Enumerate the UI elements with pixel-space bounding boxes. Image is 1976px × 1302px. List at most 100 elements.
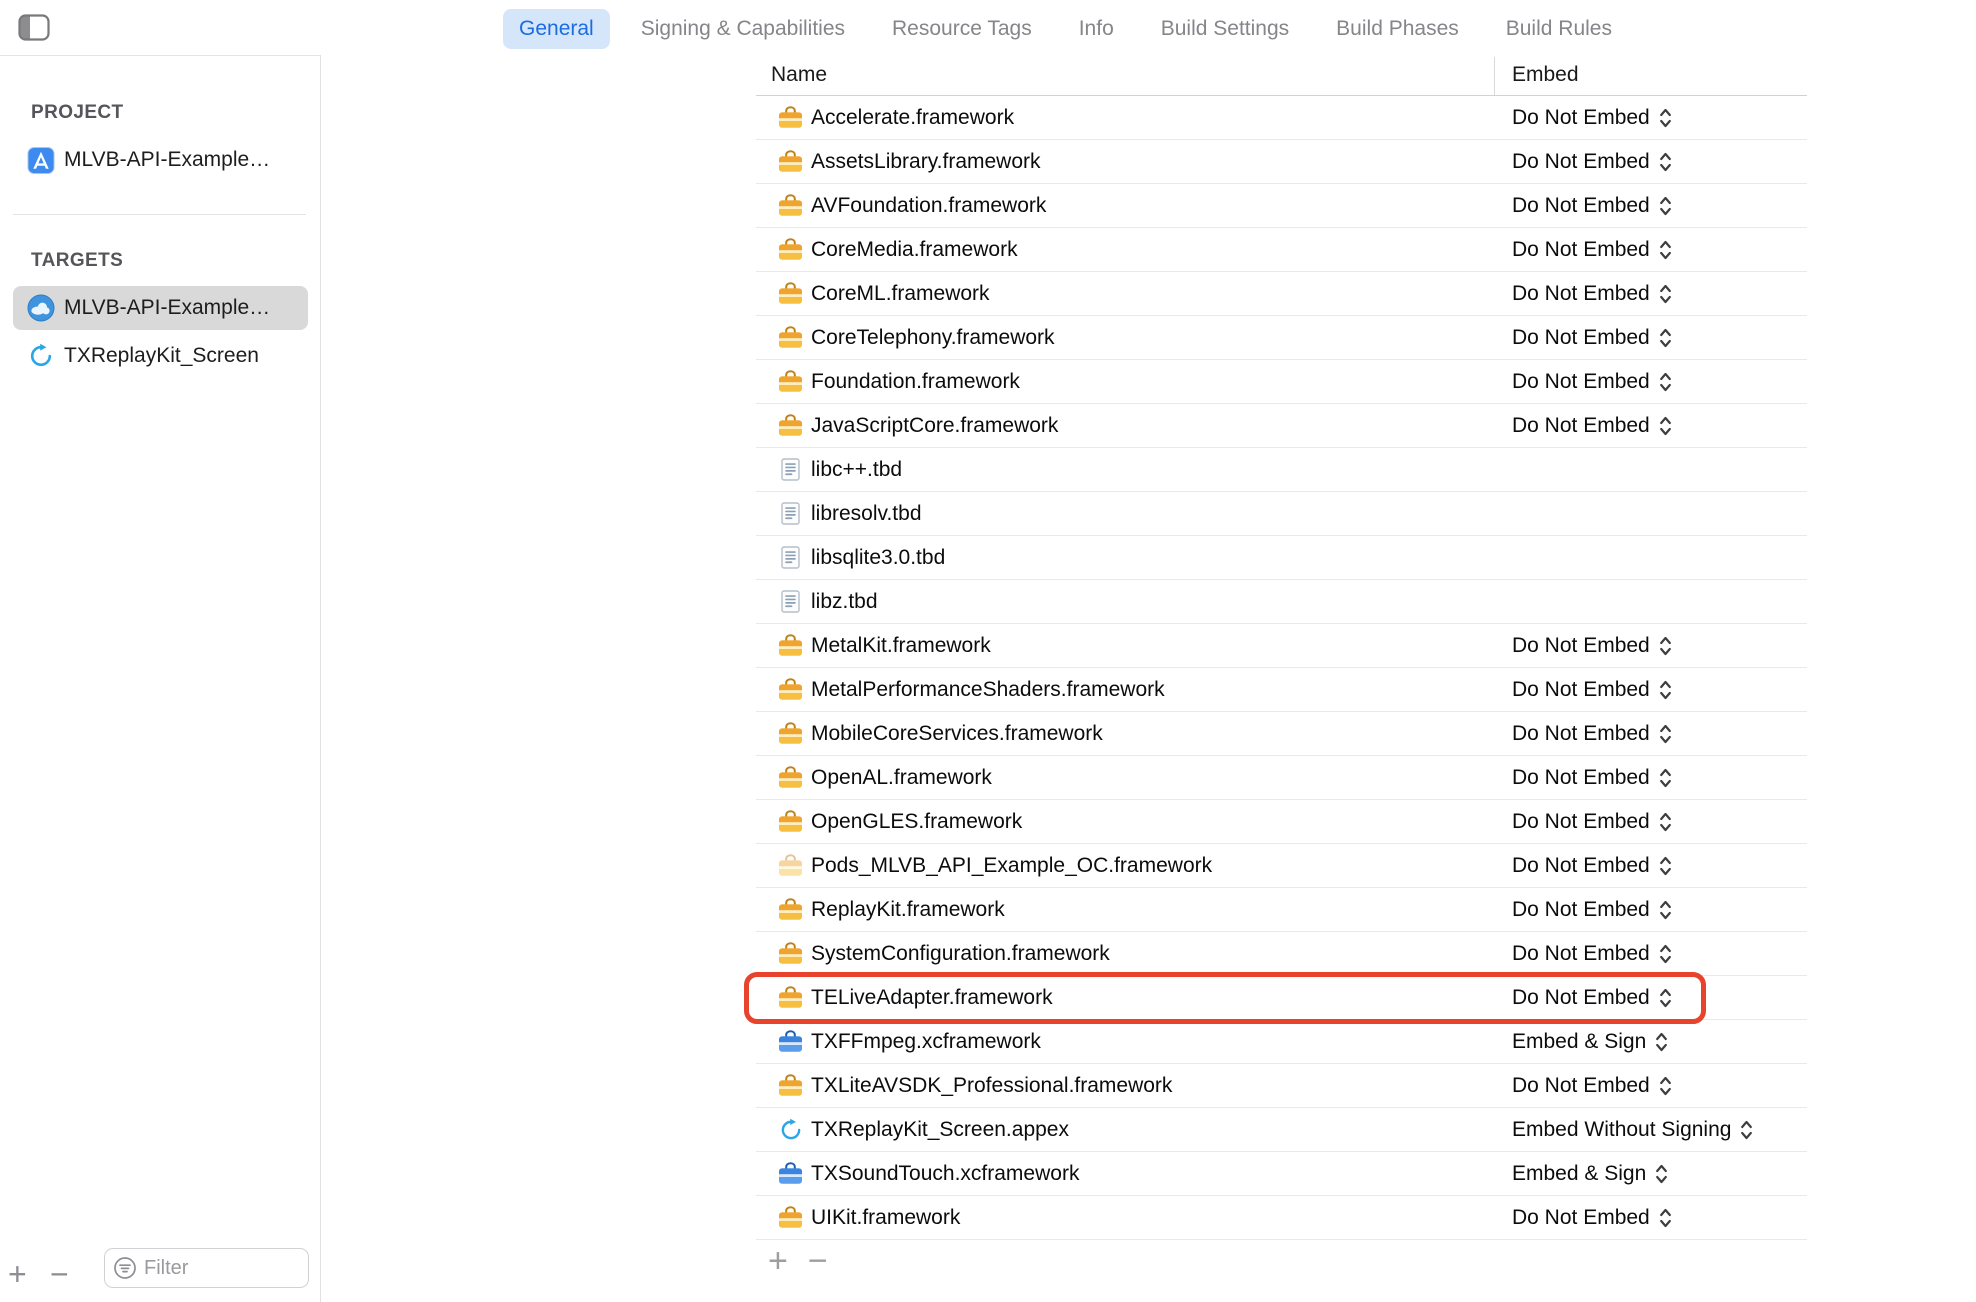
sidebar-target-txreplaykit-screen[interactable]: TXReplayKit_Screen bbox=[13, 334, 308, 378]
embed-dropdown[interactable]: Embed & Sign bbox=[1512, 1161, 1669, 1187]
project-icon bbox=[27, 146, 55, 174]
xcframework-icon bbox=[778, 1030, 803, 1054]
filter-input[interactable] bbox=[144, 1257, 294, 1280]
embed-dropdown[interactable]: Do Not Embed bbox=[1512, 809, 1673, 835]
framework-row-replaykit-framework[interactable]: ReplayKit.framework Do Not Embed bbox=[756, 888, 1807, 932]
framework-icon bbox=[778, 150, 803, 174]
framework-row-avfoundation-framework[interactable]: AVFoundation.frameworkDo Not Embed bbox=[756, 184, 1807, 228]
column-header-embed: Embed bbox=[1512, 63, 1579, 87]
tbd-file-icon bbox=[778, 546, 803, 570]
embed-dropdown[interactable]: Do Not Embed bbox=[1512, 1073, 1673, 1099]
embed-dropdown[interactable]: Do Not Embed bbox=[1512, 149, 1673, 175]
stepper-icon bbox=[1654, 1029, 1669, 1055]
framework-row-assetslibrary-framework[interactable]: AssetsLibrary.frameworkDo Not Embed bbox=[756, 140, 1807, 184]
framework-name: TXLiteAVSDK_Professional.framework bbox=[811, 1074, 1172, 1098]
framework-icon bbox=[778, 326, 803, 350]
sidebar: PROJECT MLVB-API-Example… TARGETS MLVB-A… bbox=[0, 55, 321, 1302]
embed-dropdown[interactable]: Do Not Embed bbox=[1512, 721, 1673, 747]
framework-name: Pods_MLVB_API_Example_OC.framework bbox=[811, 854, 1212, 878]
embed-dropdown[interactable]: Embed & Sign bbox=[1512, 1029, 1669, 1055]
stepper-icon bbox=[1658, 633, 1673, 659]
add-framework-button[interactable]: + bbox=[768, 1244, 788, 1278]
framework-name: MetalPerformanceShaders.framework bbox=[811, 678, 1165, 702]
tab-signing-capabilities[interactable]: Signing & Capabilities bbox=[625, 9, 861, 49]
framework-icon bbox=[778, 282, 803, 306]
embed-dropdown[interactable]: Do Not Embed bbox=[1512, 413, 1673, 439]
targets-section-header: TARGETS bbox=[31, 250, 123, 272]
framework-name: SystemConfiguration.framework bbox=[811, 942, 1110, 966]
framework-name: OpenAL.framework bbox=[811, 766, 992, 790]
embed-value: Do Not Embed bbox=[1512, 282, 1650, 306]
embed-dropdown[interactable]: Do Not Embed bbox=[1512, 281, 1673, 307]
framework-row-systemconfiguration-framework[interactable]: SystemConfiguration.framework Do Not Embe… bbox=[756, 932, 1807, 976]
framework-row-coretelephony-framework[interactable]: CoreTelephony.frameworkDo Not Embed bbox=[756, 316, 1807, 360]
stepper-icon bbox=[1658, 985, 1673, 1011]
embed-value: Do Not Embed bbox=[1512, 898, 1650, 922]
framework-row-txreplaykit-screen-appex[interactable]: TXReplayKit_Screen.appex Embed Without Si… bbox=[756, 1108, 1807, 1152]
embed-value: Do Not Embed bbox=[1512, 414, 1650, 438]
framework-name: ReplayKit.framework bbox=[811, 898, 1005, 922]
sidebar-project-item[interactable]: MLVB-API-Example… bbox=[13, 138, 309, 182]
embed-value: Embed Without Signing bbox=[1512, 1118, 1731, 1142]
embed-dropdown[interactable]: Do Not Embed bbox=[1512, 1205, 1673, 1231]
framework-row-libc-tbd[interactable]: libc++.tbd bbox=[756, 448, 1807, 492]
remove-target-button[interactable]: − bbox=[50, 1258, 69, 1290]
framework-icon bbox=[778, 942, 803, 966]
framework-row-txsoundtouch-xcframework[interactable]: TXSoundTouch.xcframeworkEmbed & Sign bbox=[756, 1152, 1807, 1196]
embed-dropdown[interactable]: Do Not Embed bbox=[1512, 941, 1673, 967]
framework-row-libz-tbd[interactable]: libz.tbd bbox=[756, 580, 1807, 624]
embed-dropdown[interactable]: Do Not Embed bbox=[1512, 897, 1673, 923]
framework-row-txliteavsdk-professional-framework[interactable]: TXLiteAVSDK_Professional.framework Do Not… bbox=[756, 1064, 1807, 1108]
framework-row-metalkit-framework[interactable]: MetalKit.framework Do Not Embed bbox=[756, 624, 1807, 668]
framework-icon bbox=[778, 1206, 803, 1230]
framework-row-openal-framework[interactable]: OpenAL.framework Do Not Embed bbox=[756, 756, 1807, 800]
embed-dropdown[interactable]: Do Not Embed bbox=[1512, 765, 1673, 791]
framework-row-coremedia-framework[interactable]: CoreMedia.frameworkDo Not Embed bbox=[756, 228, 1807, 272]
framework-row-mobilecoreservices-framework[interactable]: MobileCoreServices.frameworkDo Not Embed bbox=[756, 712, 1807, 756]
embed-dropdown[interactable]: Do Not Embed bbox=[1512, 853, 1673, 879]
stepper-icon bbox=[1658, 1205, 1673, 1231]
framework-row-uikit-framework[interactable]: UIKit.frameworkDo Not Embed bbox=[756, 1196, 1807, 1240]
framework-name: MetalKit.framework bbox=[811, 634, 991, 658]
tab-resource-tags[interactable]: Resource Tags bbox=[876, 9, 1048, 49]
framework-icon bbox=[778, 194, 803, 218]
framework-row-libsqlite3-0-tbd[interactable]: libsqlite3.0.tbd bbox=[756, 536, 1807, 580]
embed-dropdown[interactable]: Do Not Embed bbox=[1512, 105, 1673, 131]
sidebar-divider bbox=[13, 214, 306, 215]
remove-framework-button[interactable]: − bbox=[808, 1244, 828, 1278]
sidebar-target-mlvb-api-example[interactable]: MLVB-API-Example… bbox=[13, 286, 308, 330]
embed-dropdown[interactable]: Do Not Embed bbox=[1512, 325, 1673, 351]
embed-value: Embed & Sign bbox=[1512, 1162, 1646, 1186]
framework-row-txffmpeg-xcframework[interactable]: TXFFmpeg.xcframeworkEmbed & Sign bbox=[756, 1020, 1807, 1064]
framework-row-coreml-framework[interactable]: CoreML.frameworkDo Not Embed bbox=[756, 272, 1807, 316]
framework-name: libresolv.tbd bbox=[811, 502, 922, 526]
embed-dropdown[interactable]: Do Not Embed bbox=[1512, 369, 1673, 395]
framework-row-opengles-framework[interactable]: OpenGLES.frameworkDo Not Embed bbox=[756, 800, 1807, 844]
tab-general[interactable]: General bbox=[503, 9, 610, 49]
framework-row-accelerate-framework[interactable]: Accelerate.frameworkDo Not Embed bbox=[756, 96, 1807, 140]
tab-build-rules[interactable]: Build Rules bbox=[1490, 9, 1628, 49]
targets-list: MLVB-API-Example… TXReplayKit_Screen bbox=[0, 286, 320, 382]
tbd-file-icon bbox=[778, 458, 803, 482]
embed-dropdown[interactable]: Do Not Embed bbox=[1512, 985, 1673, 1011]
frameworks-rows: Accelerate.frameworkDo Not Embed AssetsL… bbox=[756, 96, 1807, 1240]
framework-row-libresolv-tbd[interactable]: libresolv.tbd bbox=[756, 492, 1807, 536]
tab-build-settings[interactable]: Build Settings bbox=[1145, 9, 1305, 49]
framework-row-pods-mlvb-api-example-oc-framework[interactable]: Pods_MLVB_API_Example_OC.framework Do Not… bbox=[756, 844, 1807, 888]
tab-info[interactable]: Info bbox=[1063, 9, 1130, 49]
framework-icon bbox=[778, 678, 803, 702]
framework-row-foundation-framework[interactable]: Foundation.frameworkDo Not Embed bbox=[756, 360, 1807, 404]
embed-dropdown[interactable]: Embed Without Signing bbox=[1512, 1117, 1754, 1143]
embed-dropdown[interactable]: Do Not Embed bbox=[1512, 237, 1673, 263]
embed-dropdown[interactable]: Do Not Embed bbox=[1512, 633, 1673, 659]
tab-build-phases[interactable]: Build Phases bbox=[1320, 9, 1475, 49]
filter-field[interactable] bbox=[104, 1248, 309, 1288]
framework-row-teliveadapter-framework[interactable]: TELiveAdapter.frameworkDo Not Embed bbox=[756, 976, 1807, 1020]
embed-dropdown[interactable]: Do Not Embed bbox=[1512, 193, 1673, 219]
add-target-button[interactable]: + bbox=[8, 1258, 27, 1290]
framework-row-metalperformanceshaders-framework[interactable]: MetalPerformanceShaders.framework Do Not … bbox=[756, 668, 1807, 712]
embed-dropdown[interactable]: Do Not Embed bbox=[1512, 677, 1673, 703]
framework-row-javascriptcore-framework[interactable]: JavaScriptCore.frameworkDo Not Embed bbox=[756, 404, 1807, 448]
framework-name: TXReplayKit_Screen.appex bbox=[811, 1118, 1069, 1142]
sidebar-toggle-icon[interactable] bbox=[18, 14, 50, 41]
